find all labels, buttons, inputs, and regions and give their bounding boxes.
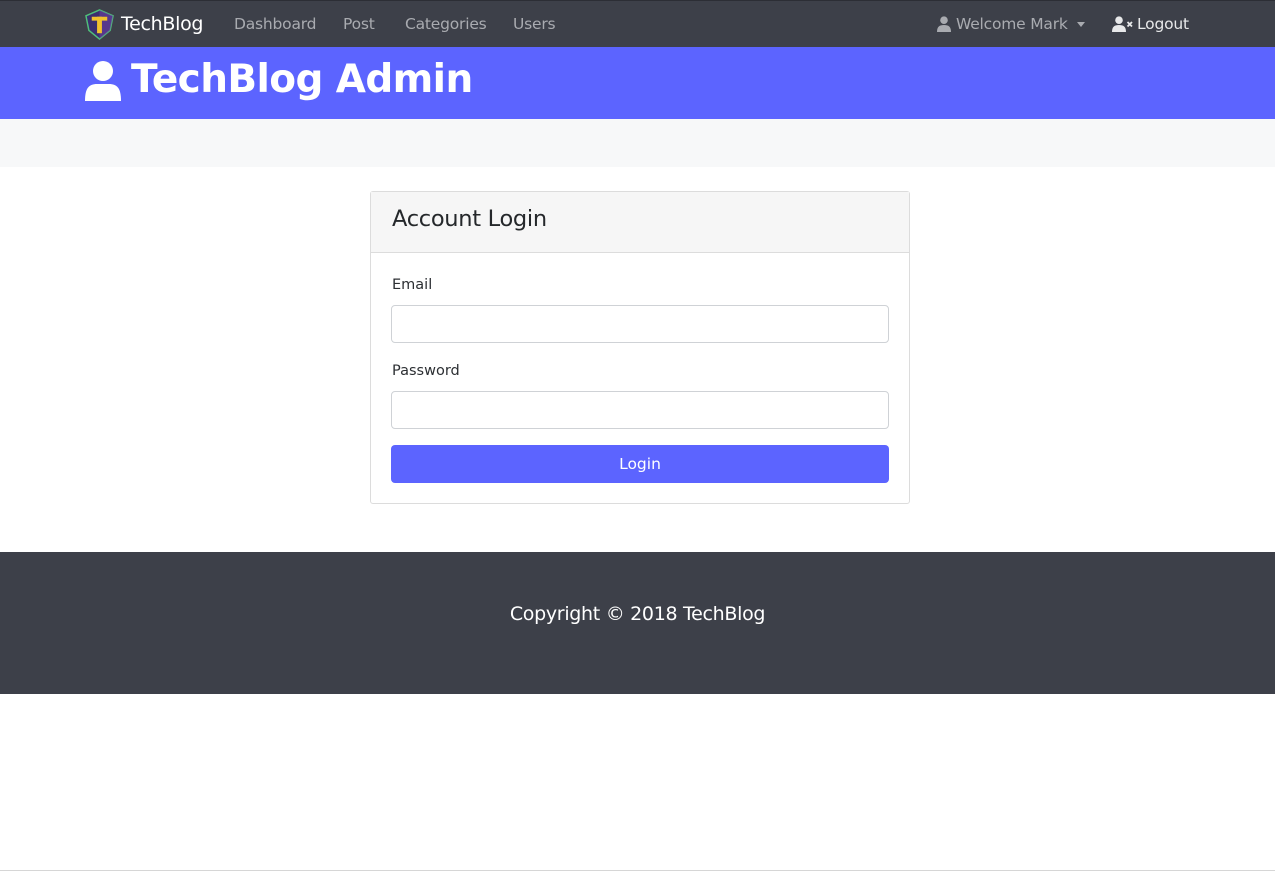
- logout-label: Logout: [1137, 15, 1189, 33]
- brand-link[interactable]: TechBlog: [84, 8, 204, 40]
- user-times-icon: [1112, 16, 1133, 32]
- nav-link-users[interactable]: Users: [513, 15, 556, 33]
- password-field[interactable]: [391, 391, 889, 429]
- welcome-text: Welcome Mark: [956, 15, 1068, 33]
- nav-link-post[interactable]: Post: [343, 15, 375, 33]
- brand-name: TechBlog: [121, 13, 204, 35]
- password-label: Password: [392, 363, 460, 379]
- top-navbar: TechBlog Dashboard Post Categories Users…: [0, 0, 1275, 47]
- footer: Copyright © 2018 TechBlog: [0, 552, 1275, 694]
- login-card: Account Login Email Password Login: [370, 191, 910, 504]
- email-label: Email: [392, 277, 433, 293]
- user-icon: [937, 16, 951, 32]
- nav-link-categories[interactable]: Categories: [405, 15, 487, 33]
- copyright-text: Copyright © 2018 TechBlog: [509, 603, 766, 625]
- login-title: Account Login: [392, 206, 547, 232]
- page-header: TechBlog Admin: [0, 47, 1275, 119]
- card-header: Account Login: [371, 192, 909, 253]
- action-bar: [0, 119, 1275, 167]
- caret-down-icon: [1076, 21, 1085, 27]
- login-button[interactable]: Login: [391, 445, 889, 483]
- logout-link[interactable]: Logout: [1112, 15, 1189, 33]
- user-icon: [85, 61, 121, 101]
- email-field[interactable]: [391, 305, 889, 343]
- user-dropdown[interactable]: Welcome Mark: [937, 15, 1085, 33]
- divider: [0, 870, 1275, 871]
- page-title: TechBlog Admin: [131, 57, 473, 102]
- nav-link-dashboard[interactable]: Dashboard: [234, 15, 316, 33]
- techblog-logo-icon: [85, 8, 114, 40]
